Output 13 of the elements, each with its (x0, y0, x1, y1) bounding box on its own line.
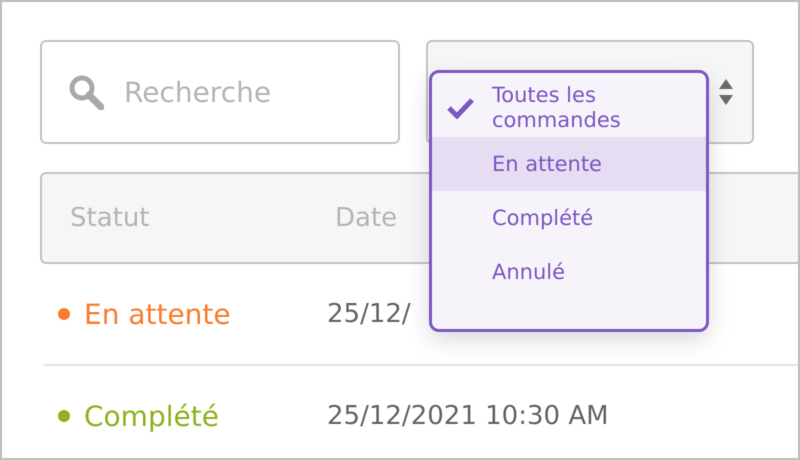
status-text: Complété (84, 400, 220, 432)
check-icon (446, 97, 474, 120)
menu-option[interactable]: Annulé (432, 245, 706, 300)
menu-option[interactable]: Toutes les commandes (432, 79, 706, 138)
sort-arrows-icon (718, 78, 734, 106)
search-field[interactable]: Recherche (40, 40, 400, 144)
menu-option[interactable]: En attente (432, 137, 706, 192)
status-text: En attente (84, 298, 232, 330)
date-text: 25/12/ (327, 299, 411, 329)
column-header: Date (335, 203, 398, 233)
date-text: 25/12/2021 10:30 AM (327, 401, 609, 431)
column-header: Statut (70, 203, 150, 233)
menu-option[interactable]: Complété (432, 191, 706, 246)
